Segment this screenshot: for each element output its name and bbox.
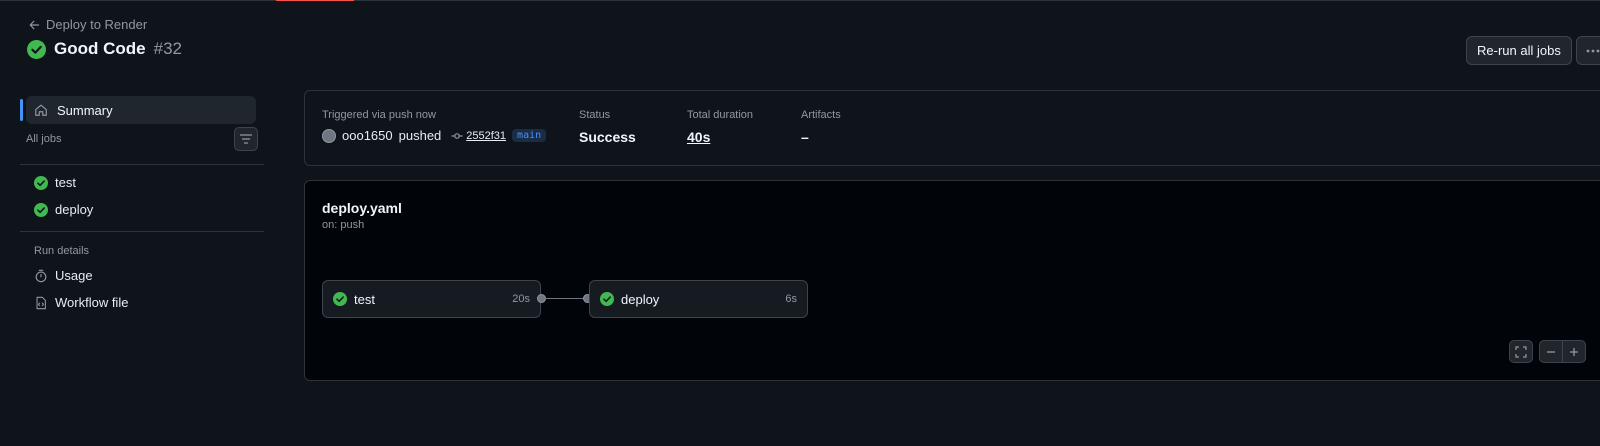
workflow-trigger: on: push bbox=[322, 219, 365, 231]
kebab-horizontal-icon bbox=[1586, 49, 1600, 52]
sidebar-item-deploy[interactable]: deploy bbox=[34, 202, 93, 217]
check-circle-icon bbox=[34, 175, 48, 190]
page-title: Good Code #32 bbox=[27, 39, 182, 59]
sidebar-item-usage[interactable]: Usage bbox=[34, 268, 93, 283]
branch-label[interactable]: main bbox=[512, 129, 547, 142]
actor-name[interactable]: ooo1650 bbox=[342, 128, 393, 143]
job-label: deploy bbox=[55, 202, 94, 217]
sidebar-item-summary[interactable]: Summary bbox=[20, 96, 256, 124]
sidebar-item-label: Summary bbox=[57, 102, 113, 118]
divider bbox=[20, 231, 264, 232]
duration-label: Total duration bbox=[687, 109, 754, 121]
rerun-all-jobs-button[interactable]: Re-run all jobs bbox=[1466, 36, 1572, 65]
zoom-in-button[interactable] bbox=[1562, 340, 1586, 363]
filter-icon bbox=[240, 134, 252, 144]
artifacts-info: Artifacts – bbox=[801, 109, 841, 145]
sidebar-item-workflow-file[interactable]: Workflow file bbox=[34, 295, 128, 310]
workflow-file-name: deploy.yaml bbox=[322, 200, 402, 216]
trigger-row: ooo1650 pushed 2552f31 main bbox=[322, 128, 547, 143]
stopwatch-icon bbox=[35, 269, 47, 282]
job-label: test bbox=[55, 175, 76, 190]
active-indicator bbox=[20, 99, 23, 121]
job-node-name: test bbox=[354, 291, 375, 307]
commit-sha: 2552f31 bbox=[466, 129, 507, 142]
filter-jobs-button[interactable] bbox=[234, 127, 258, 151]
git-commit-icon bbox=[451, 132, 463, 139]
zoom-out-button[interactable] bbox=[1539, 340, 1563, 363]
all-jobs-header: All jobs bbox=[26, 127, 258, 151]
status-value: Success bbox=[579, 129, 636, 145]
status-info: Status Success bbox=[579, 109, 636, 145]
sidebar-item-test[interactable]: test bbox=[34, 175, 76, 190]
back-link[interactable]: Deploy to Render bbox=[28, 17, 147, 32]
trigger-label: Triggered via push now bbox=[322, 109, 436, 121]
job-node-name: deploy bbox=[621, 291, 660, 307]
check-circle-icon bbox=[34, 202, 48, 217]
run-name: Good Code bbox=[54, 39, 146, 58]
fullscreen-button[interactable] bbox=[1509, 340, 1533, 363]
minus-icon bbox=[1547, 350, 1555, 353]
job-node-duration: 6s bbox=[785, 293, 797, 305]
check-circle-icon bbox=[333, 292, 347, 306]
run-number: #32 bbox=[153, 39, 182, 58]
check-circle-icon bbox=[600, 292, 614, 306]
duration-value[interactable]: 40s bbox=[687, 129, 753, 145]
trigger-action: pushed bbox=[398, 128, 442, 143]
duration-info: Total duration 40s bbox=[687, 109, 753, 145]
commit-link[interactable]: 2552f31 bbox=[451, 130, 506, 142]
sidebar: Summary All jobs test deploy Run details… bbox=[20, 96, 264, 310]
trigger-info: Triggered via push now ooo1650 pushed 25… bbox=[322, 109, 547, 143]
artifacts-label: Artifacts bbox=[801, 109, 841, 121]
avatar[interactable] bbox=[322, 128, 336, 143]
progress-accent bbox=[276, 0, 354, 1]
more-options-button[interactable] bbox=[1576, 36, 1600, 65]
all-jobs-label: All jobs bbox=[26, 133, 62, 145]
job-node-test[interactable]: test 20s bbox=[322, 280, 541, 318]
check-circle-icon bbox=[27, 39, 46, 59]
job-node-deploy[interactable]: deploy 6s bbox=[589, 280, 808, 318]
fullscreen-icon bbox=[1515, 345, 1527, 358]
run-details-label: Run details bbox=[34, 245, 90, 257]
back-link-label: Deploy to Render bbox=[46, 17, 148, 32]
artifacts-value: – bbox=[801, 129, 809, 145]
detail-label: Usage bbox=[55, 268, 93, 283]
run-summary-card: Triggered via push now ooo1650 pushed 25… bbox=[304, 90, 1600, 166]
status-label: Status bbox=[579, 109, 611, 121]
home-icon bbox=[35, 104, 47, 116]
file-code-icon bbox=[36, 296, 46, 309]
divider bbox=[20, 164, 264, 165]
job-node-duration: 20s bbox=[512, 293, 530, 305]
top-border bbox=[0, 0, 1600, 1]
workflow-graph: deploy.yaml on: push test 20s deploy 6s bbox=[304, 180, 1600, 381]
arrow-left-icon bbox=[29, 20, 40, 29]
detail-label: Workflow file bbox=[55, 295, 129, 310]
job-connector bbox=[545, 298, 583, 299]
plus-icon bbox=[1570, 347, 1578, 356]
